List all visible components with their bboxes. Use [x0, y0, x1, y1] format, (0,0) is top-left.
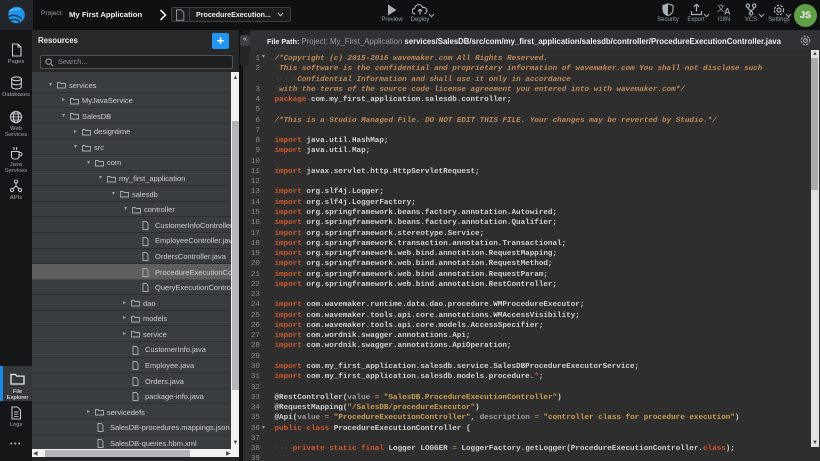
svg-text:A: A — [724, 7, 731, 16]
